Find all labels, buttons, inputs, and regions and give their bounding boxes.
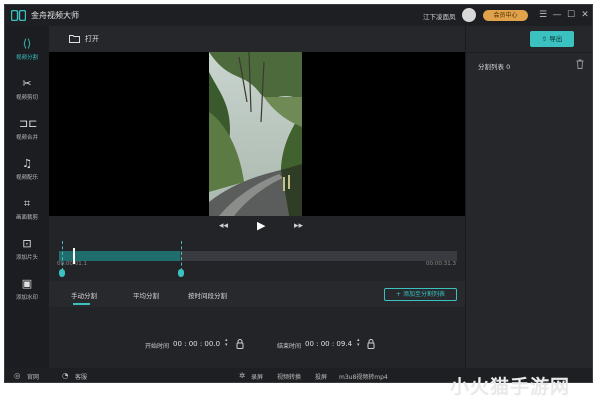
sidebar-item-crop[interactable]: ⌗ 画面裁剪	[5, 191, 49, 231]
end-time-stepper[interactable]: ▴ ▾	[357, 338, 360, 348]
start-time-stepper[interactable]: ▴ ▾	[225, 338, 228, 348]
trash-icon[interactable]	[576, 59, 584, 69]
active-tab-indicator	[73, 303, 90, 305]
record-icon: ✲	[239, 371, 246, 380]
music-icon: ♫	[22, 157, 32, 170]
start-time-label: 开始时间	[145, 343, 170, 350]
close-icon[interactable]: ✕	[579, 9, 591, 21]
end-time: 00:00:31.3	[426, 261, 456, 267]
open-button[interactable]: 打开	[85, 34, 99, 44]
end-time-label: 结束时间	[277, 343, 302, 350]
minimize-icon[interactable]: —	[551, 9, 563, 21]
export-icon: ⇧	[541, 35, 548, 43]
sidebar-item-merge[interactable]: ⊐⊏ 视频合并	[5, 111, 49, 151]
sidebar-item-label: 视频剪切	[15, 95, 38, 101]
sidebar-item-watermark[interactable]: ▣ 添加水印	[5, 271, 49, 311]
sidebar-item-label: 视频合并	[15, 135, 38, 141]
fast-forward-icon[interactable]: ▸▸	[294, 220, 303, 232]
user-name[interactable]: 江下凌面凤	[423, 11, 456, 21]
split-list-panel: ⇧ 导出 分割列表 0	[465, 26, 592, 368]
app-window: 金舟视频大师 江下凌面凤 会员中心 ☰ — ☐ ✕ ⟨⟩ 视频分割 ✂ 视频剪切…	[4, 4, 593, 383]
m3u8-convert-link[interactable]: m3u8视频转mp4	[339, 372, 388, 381]
current-time: 00:00:01.1	[57, 261, 87, 267]
app-logo-icon	[11, 10, 26, 21]
sidebar-item-label: 画面裁剪	[15, 215, 38, 221]
split-icon: ⟨⟩	[22, 37, 32, 50]
playback-controls: ◂◂ ▶ ▸▸	[49, 216, 465, 236]
scissors-icon: ✂	[22, 77, 32, 90]
title-bar: 金舟视频大师 江下凌面凤 会员中心 ☰ — ☐ ✕	[5, 5, 592, 26]
add-to-split-list-button[interactable]: + 添加至分割列表	[384, 288, 457, 301]
play-icon[interactable]: ▶	[257, 220, 265, 232]
folder-icon[interactable]	[69, 34, 80, 43]
sidebar: ⟨⟩ 视频分割 ✂ 视频剪切 ⊐⊏ 视频合并 ♫ 视频配乐 ⌗ 画面裁剪 ⊡ 添…	[5, 26, 49, 368]
end-handle[interactable]	[178, 269, 184, 277]
menu-icon[interactable]: ☰	[537, 9, 549, 21]
screen-record-link[interactable]: 录屏	[251, 372, 263, 381]
tab-time-segment-split[interactable]: 按时间段分割	[188, 290, 227, 300]
website-link[interactable]: 官网	[27, 372, 39, 381]
lock-icon[interactable]	[367, 339, 375, 349]
timeline: 00:00:01.1 00:00:31.3	[49, 236, 465, 281]
member-center-button[interactable]: 会员中心	[483, 10, 528, 21]
rewind-icon[interactable]: ◂◂	[219, 220, 228, 232]
maximize-icon[interactable]: ☐	[565, 9, 577, 21]
split-mode-tabs: 手动分割 平均分割 按时间段分割 + 添加至分割列表	[49, 281, 465, 307]
merge-icon: ⊐⊏	[19, 117, 38, 130]
sidebar-item-music[interactable]: ♫ 视频配乐	[5, 151, 49, 191]
sidebar-item-label: 视频分割	[15, 55, 38, 61]
member-center-label: 会员中心	[493, 12, 518, 19]
video-frame	[209, 52, 302, 216]
lock-icon[interactable]	[236, 339, 244, 349]
timeline-selection	[59, 251, 180, 261]
export-label: 导出	[549, 35, 563, 43]
top-toolbar: 打开	[49, 26, 465, 52]
headset-icon: ◔	[62, 371, 69, 380]
tab-average-split[interactable]: 平均分割	[133, 290, 159, 300]
end-time-input[interactable]: 00 : 00 : 09.4	[305, 340, 352, 348]
add-intro-icon: ⊡	[22, 237, 32, 250]
sidebar-item-cut[interactable]: ✂ 视频剪切	[5, 71, 49, 111]
tab-manual-split[interactable]: 手动分割	[71, 290, 97, 300]
time-settings: 开始时间 00 : 00 : 00.0 ▴ ▾ 结束时间 00 : 00 : 09…	[49, 307, 465, 368]
app-title: 金舟视频大师	[31, 11, 79, 20]
video-preview	[49, 52, 465, 216]
globe-icon: ◎	[14, 371, 21, 380]
cast-screen-link[interactable]: 投屏	[315, 372, 327, 381]
avatar[interactable]	[462, 8, 476, 22]
sidebar-item-split[interactable]: ⟨⟩ 视频分割	[5, 31, 49, 71]
sidebar-item-label: 添加片头	[15, 255, 38, 261]
export-button[interactable]: ⇧ 导出	[530, 31, 574, 47]
watermark-icon: ▣	[21, 277, 33, 290]
end-marker-line	[181, 241, 182, 271]
sidebar-item-label: 视频配乐	[15, 175, 38, 181]
sidebar-item-label: 添加水印	[15, 295, 38, 301]
video-convert-link[interactable]: 视频转换	[277, 372, 301, 381]
crop-icon: ⌗	[23, 197, 31, 210]
sidebar-item-intro[interactable]: ⊡ 添加片头	[5, 231, 49, 271]
start-time-input[interactable]: 00 : 00 : 00.0	[173, 340, 220, 348]
panel-divider	[466, 52, 592, 53]
add-to-split-list-label: + 添加至分割列表	[396, 291, 445, 298]
site-watermark: 小火猫手游网	[450, 376, 571, 398]
split-list-title: 分割列表 0	[478, 63, 511, 71]
support-link[interactable]: 客服	[75, 372, 87, 381]
start-handle[interactable]	[59, 269, 65, 277]
